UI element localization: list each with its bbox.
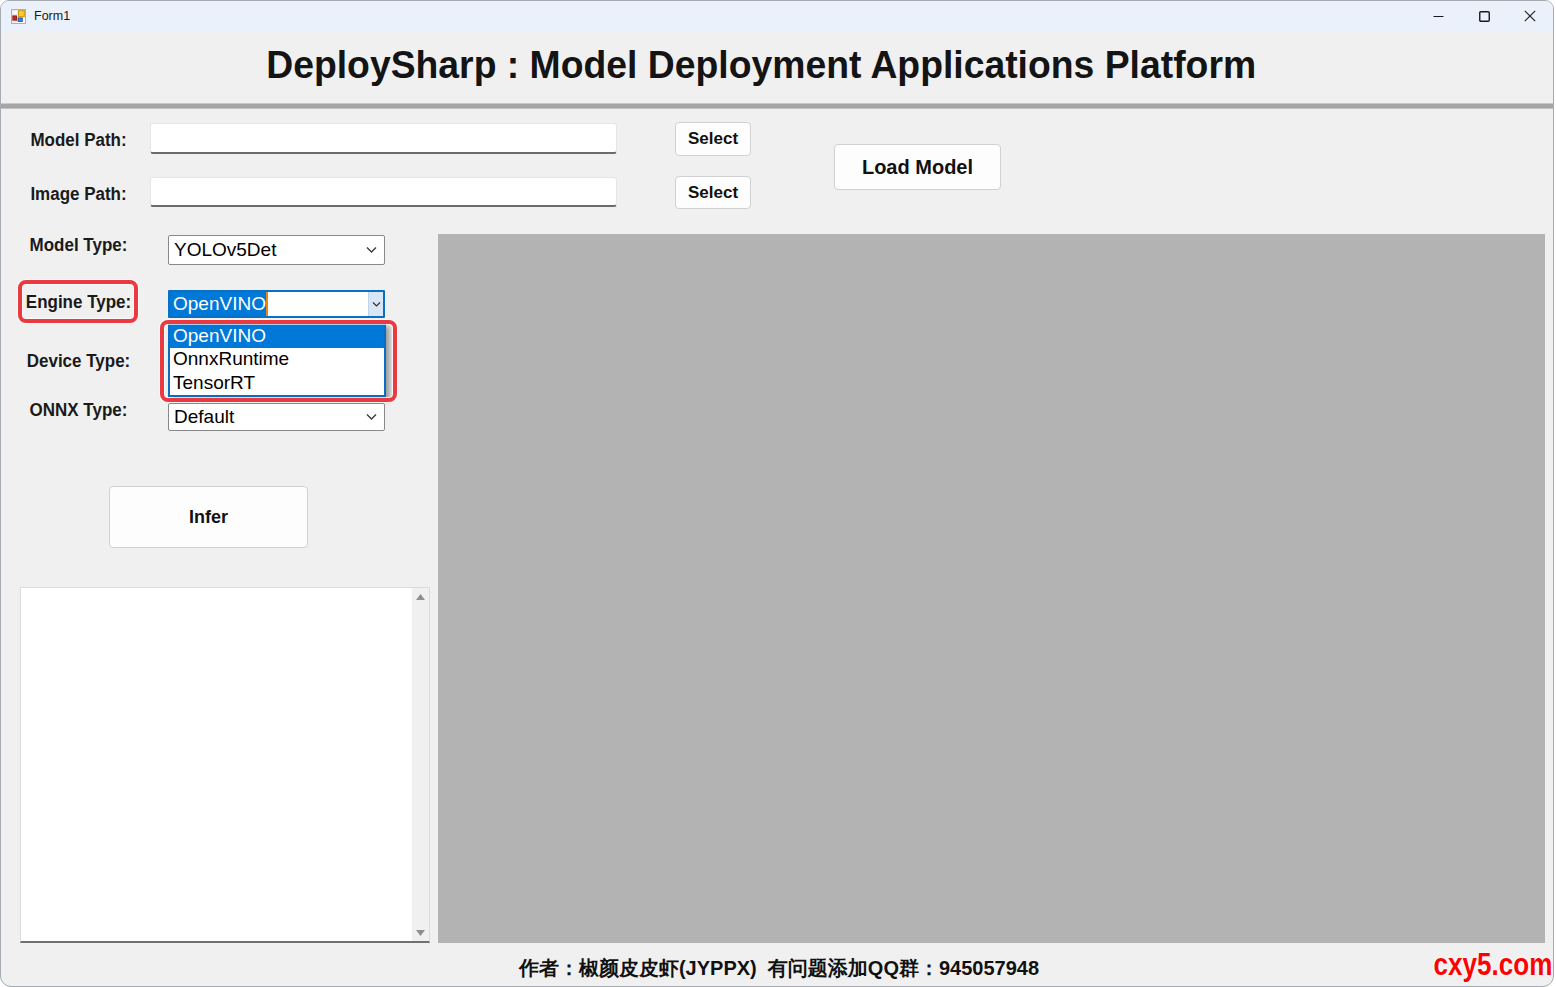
minimize-button[interactable] (1415, 1, 1461, 31)
minimize-icon (1433, 11, 1444, 22)
model-path-input[interactable] (150, 123, 617, 154)
page-title: DeploySharp : Model Deployment Applicati… (266, 43, 1256, 87)
maximize-button[interactable] (1461, 1, 1507, 31)
close-icon (1524, 10, 1536, 22)
dropdown-option-openvino[interactable]: OpenVINO (170, 324, 384, 348)
model-path-label: Model Path: (3, 130, 153, 151)
dropdown-option-tensorrt[interactable]: TensorRT (170, 371, 384, 395)
scroll-down-arrow[interactable] (412, 924, 429, 941)
chevron-down-icon (372, 301, 381, 308)
chevron-down-icon (366, 246, 377, 254)
triangle-up-icon (416, 594, 425, 600)
image-path-select-button[interactable]: Select (675, 176, 751, 209)
image-display-panel (438, 234, 1545, 943)
maximize-icon (1479, 11, 1490, 22)
scroll-up-arrow[interactable] (412, 588, 429, 605)
model-type-label: Model Type: (3, 235, 153, 256)
app-window: Form1 DeploySharp : Model Deployment App… (0, 0, 1554, 987)
header-divider (1, 103, 1553, 109)
window-title: Form1 (34, 9, 70, 23)
watermark-text: cxy5.com (1433, 947, 1552, 983)
engine-type-label: Engine Type: (3, 292, 153, 313)
image-path-label: Image Path: (3, 184, 153, 205)
infer-button[interactable]: Infer (109, 486, 308, 548)
close-button[interactable] (1507, 1, 1553, 31)
form-app-icon (11, 9, 26, 24)
titlebar: Form1 (1, 1, 1553, 31)
triangle-down-icon (416, 930, 425, 936)
chevron-down-icon (366, 413, 377, 421)
onnx-type-combobox[interactable]: Default (168, 403, 385, 431)
device-type-label: Device Type: (3, 351, 153, 372)
text-caret (266, 292, 268, 316)
engine-type-combobox[interactable]: OpenVINO (168, 290, 385, 318)
footer-author-text: 作者：椒颜皮皮虾(JYPPX) 有问题添加QQ群：945057948 (1, 955, 1554, 982)
vertical-scrollbar[interactable] (412, 588, 429, 941)
model-type-combobox[interactable]: YOLOv5Det (168, 235, 385, 265)
log-listbox[interactable] (20, 587, 430, 943)
image-path-input[interactable] (150, 177, 617, 207)
model-path-select-button[interactable]: Select (675, 122, 751, 156)
dropdown-option-onnxruntime[interactable]: OnnxRuntime (170, 348, 384, 372)
engine-type-value: OpenVINO (170, 292, 266, 316)
header: DeploySharp : Model Deployment Applicati… (1, 31, 1553, 104)
load-model-button[interactable]: Load Model (834, 144, 1001, 190)
engine-type-dropdown-list: OpenVINO OnnxRuntime TensorRT (168, 322, 386, 397)
onnx-type-label: ONNX Type: (3, 400, 153, 421)
onnx-type-value: Default (169, 406, 234, 428)
model-type-value: YOLOv5Det (169, 239, 276, 261)
engine-combo-drop-button[interactable] (368, 292, 383, 316)
